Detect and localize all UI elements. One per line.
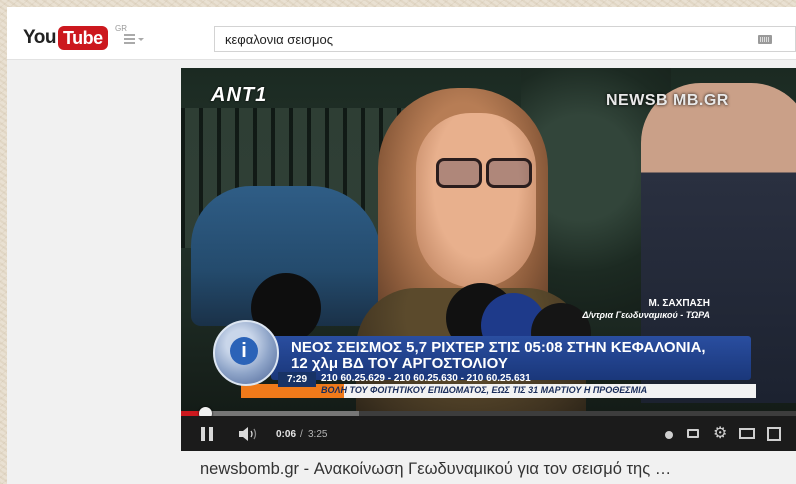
fullscreen-corner	[767, 427, 774, 434]
page: You Tube GR κεφαλονια σεισμος ANT1 NEWSB…	[7, 7, 796, 484]
menu-icon-bar	[124, 34, 135, 36]
volume-icon[interactable]	[239, 427, 261, 441]
player-controls: 0:06 / 3:25 ⚙	[181, 416, 796, 451]
scene-glasses	[436, 158, 536, 188]
search-box	[214, 26, 796, 52]
clock: 7:29	[278, 372, 316, 387]
time-current: 0:06	[276, 429, 297, 440]
time-separator: /	[300, 429, 303, 440]
caption-role: Δ/ντρια Γεωδυναμικού - ΤΩΡΑ	[582, 310, 710, 320]
annotations-icon[interactable]	[665, 431, 673, 439]
fullscreen-corner	[774, 427, 781, 434]
headline-line-2: 12 χλμ ΒΔ ΤΟΥ ΑΡΓΟΣΤΟΛΙΟΥ	[291, 355, 508, 372]
logo-you-text: You	[23, 27, 56, 48]
search-input[interactable]	[215, 27, 745, 51]
region-label: GR	[115, 24, 127, 33]
gear-icon[interactable]: ⚙	[713, 426, 729, 442]
scene-woman-face	[416, 113, 536, 288]
menu-icon-bar	[124, 38, 135, 40]
video-title[interactable]: newsbomb.gr - Ανακοίνωση Γεωδυναμικού γι…	[200, 460, 671, 479]
keyboard-icon[interactable]	[758, 35, 772, 44]
video-frame[interactable]: ANT1 NEWSB MB.GR Μ. ΣΑΧΠΑΣΗ Δ/ντρια Γεωδ…	[181, 68, 796, 411]
headline-line-1: ΝΕΟΣ ΣΕΙΣΜΟΣ 5,7 ΡΙΧΤΕΡ ΣΤΙΣ 05:08 ΣΤΗΝ …	[291, 339, 706, 356]
captions-icon[interactable]	[687, 429, 699, 438]
pause-icon[interactable]	[201, 427, 213, 441]
chevron-down-icon	[138, 38, 144, 41]
phone-numbers: 210 60.25.629 - 210 60.25.630 - 210 60.2…	[321, 373, 531, 384]
guide-menu-button[interactable]	[124, 34, 146, 46]
glasses-lens	[486, 158, 532, 188]
fullscreen-corner	[774, 434, 781, 441]
masthead: You Tube GR	[7, 7, 796, 60]
fullscreen-icon[interactable]	[767, 427, 781, 441]
channel-logo: ANT1	[211, 84, 268, 106]
menu-icon-bar	[124, 42, 135, 44]
fullscreen-corner	[767, 434, 774, 441]
video-player[interactable]: ANT1 NEWSB MB.GR Μ. ΣΑΧΠΑΣΗ Δ/ντρια Γεωδ…	[181, 68, 796, 451]
watermark: NEWSB MB.GR	[606, 92, 729, 109]
youtube-logo[interactable]: You Tube GR	[23, 24, 127, 50]
scroll-text: ΒΟΛΗ ΤΟΥ ΦΟΙΤΗΤΙΚΟΥ ΕΠΙΔΟΜΑΤΟΣ, ΕΩΣ ΤΙΣ …	[321, 385, 648, 395]
glasses-lens	[436, 158, 482, 188]
time-total: 3:25	[308, 429, 328, 440]
caption-name: Μ. ΣΑΧΠΑΣΗ	[648, 298, 710, 309]
volume-icon-graphic	[239, 427, 257, 441]
info-icon: i	[230, 337, 258, 365]
theater-mode-icon[interactable]	[739, 428, 755, 439]
logo-tube-text: Tube	[57, 26, 108, 50]
